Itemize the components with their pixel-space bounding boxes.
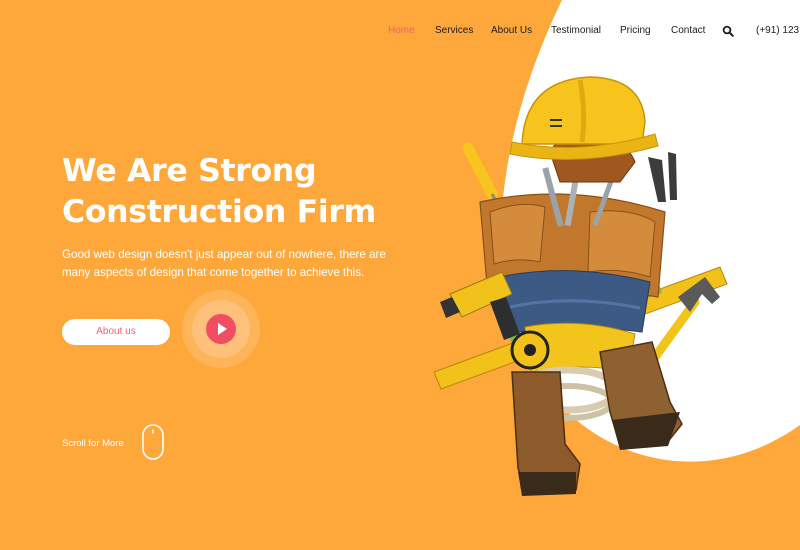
main-nav: Home Services About Us Testimonial Prici… — [0, 24, 800, 38]
mouse-scroll-icon[interactable] — [142, 424, 164, 460]
play-ring — [192, 300, 250, 358]
nav-about-us[interactable]: About Us — [491, 24, 532, 38]
play-circle — [206, 314, 236, 344]
nav-pricing[interactable]: Pricing — [620, 24, 651, 38]
scroll-for-more-label: Scroll for More — [62, 438, 124, 449]
nav-home[interactable]: Home — [388, 24, 415, 38]
hard-hat-icon — [509, 76, 659, 160]
phone-number[interactable]: (+91) 123 — [756, 24, 799, 38]
hero-description: Good web design doesn't just appear out … — [62, 248, 386, 279]
hero-title-line-1: We Are Strong — [62, 153, 317, 189]
about-us-button[interactable]: About us — [62, 319, 170, 345]
nav-testimonial[interactable]: Testimonial — [551, 24, 601, 38]
construction-tools-illustration — [433, 76, 728, 496]
hero-title: We Are Strong Construction Firm — [62, 151, 422, 233]
search-icon[interactable] — [722, 25, 734, 37]
play-video-button[interactable] — [182, 290, 260, 368]
hero-title-line-2: Construction Firm — [62, 194, 377, 230]
nav-services[interactable]: Services — [435, 24, 473, 38]
nav-contact[interactable]: Contact — [671, 24, 705, 38]
play-icon — [218, 323, 227, 335]
